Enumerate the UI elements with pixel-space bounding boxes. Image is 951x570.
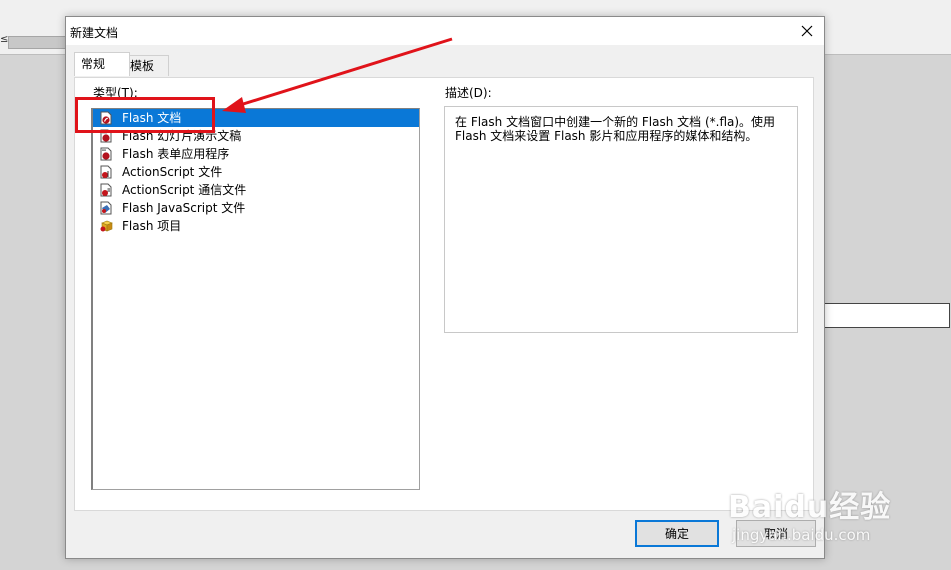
tab-general[interactable]: 常规: [74, 52, 130, 76]
watermark-brand: Baidu经验: [728, 490, 892, 525]
watermark: Baidu经验 jingyan.baidu.com: [728, 482, 892, 544]
watermark-url: jingyan.baidu.com: [732, 526, 871, 544]
